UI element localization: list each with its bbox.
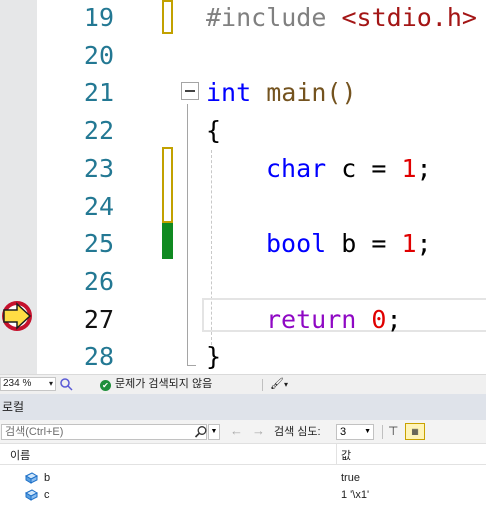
brush-icon: 🖌 <box>270 378 284 390</box>
editor-status-bar: 234 % ▾ ✔ 문제가 검색되지 않음 🖌▾ <box>0 374 486 394</box>
variable-icon <box>25 489 38 501</box>
line-number: 24 <box>83 191 114 221</box>
variable-name: c <box>44 489 50 501</box>
locals-window: 로컬 검색(Ctrl+E) ▼ ← → 검색 심도: 3 ▼ ⊤ ▦ 이름 값 … <box>0 394 486 507</box>
locals-window-title[interactable]: 로컬 <box>0 394 486 420</box>
hex-view-toggle-button[interactable]: ▦ <box>405 423 425 440</box>
column-header-value[interactable]: 값 <box>341 447 351 463</box>
search-input[interactable]: 검색(Ctrl+E) <box>1 424 207 440</box>
line-number: 22 <box>83 116 114 146</box>
code-line[interactable]: 19 #include <stdio.h> <box>0 0 486 37</box>
line-number: 23 <box>83 153 114 183</box>
code-line[interactable]: 23 char c = 1; <box>0 150 486 188</box>
issues-status-text: 문제가 검색되지 않음 <box>115 378 213 390</box>
line-number: 28 <box>83 342 114 372</box>
code-line[interactable]: 28 } <box>0 338 486 374</box>
arrow-right-icon: → <box>252 423 265 438</box>
search-options-dropdown[interactable]: ▼ <box>208 424 220 440</box>
variable-name: b <box>44 472 51 484</box>
code-text: bool b = 1; <box>266 229 432 259</box>
chevron-down-icon: ▾ <box>48 379 53 388</box>
line-number: 27 <box>83 304 114 334</box>
separator <box>262 379 263 391</box>
arrow-left-icon: ← <box>230 423 243 438</box>
code-text: #include <stdio.h> <box>206 3 477 32</box>
column-separator[interactable] <box>336 444 337 465</box>
code-line[interactable]: 26 <box>0 263 486 301</box>
code-line[interactable]: 22 { <box>0 112 486 150</box>
locals-row[interactable]: c 1 '\x1' <box>0 487 486 503</box>
variable-value[interactable]: 1 '\x1' <box>341 487 369 503</box>
code-text: return 0; <box>266 304 402 334</box>
code-text: { <box>206 116 222 146</box>
line-number: 26 <box>83 266 114 296</box>
code-line[interactable]: 24 <box>0 188 486 226</box>
line-number: 20 <box>83 40 114 70</box>
locals-header-row: 이름 값 <box>0 444 486 465</box>
variable-icon <box>25 472 38 484</box>
search-next-button[interactable]: → <box>252 423 265 438</box>
view-mode-icon: ▦ <box>411 427 419 436</box>
code-line[interactable]: 20 <box>0 37 486 75</box>
line-number: 19 <box>83 3 114 32</box>
search-depth-label: 검색 심도: <box>274 426 321 438</box>
code-line[interactable]: 21 int main() <box>0 74 486 112</box>
code-editor[interactable]: 19 #include <stdio.h> 20 21 int main() 2… <box>0 0 486 374</box>
code-cleanup-button[interactable]: 🖌▾ <box>270 377 288 392</box>
search-depth-select[interactable]: 3 ▼ <box>336 424 374 440</box>
issues-status[interactable]: ✔ 문제가 검색되지 않음 <box>100 377 212 391</box>
variable-value[interactable]: true <box>341 470 360 486</box>
line-number: 25 <box>83 229 114 259</box>
zoom-level-value: 234 % <box>3 378 32 389</box>
search-depth-value: 3 <box>340 426 347 438</box>
code-text: char c = 1; <box>266 153 432 183</box>
separator <box>382 425 383 439</box>
search-icon[interactable] <box>194 425 208 439</box>
chevron-down-icon: ▼ <box>210 428 218 435</box>
locals-row[interactable]: b true <box>0 470 486 486</box>
code-line-current[interactable]: 27 return 0; <box>0 301 486 339</box>
column-header-name[interactable]: 이름 <box>10 447 30 463</box>
checkmark-icon: ✔ <box>100 380 111 391</box>
line-number: 21 <box>83 78 114 108</box>
pin-icon[interactable]: ⊤ <box>388 424 398 438</box>
code-line[interactable]: 25 bool b = 1; <box>0 225 486 263</box>
chevron-down-icon: ▼ <box>364 428 371 435</box>
zoom-level-dropdown[interactable]: 234 % ▾ <box>0 377 56 391</box>
health-indicator-icon[interactable] <box>59 377 73 391</box>
code-text: } <box>206 342 222 372</box>
code-text: int main() <box>206 78 357 108</box>
chevron-down-icon: ▾ <box>283 380 288 389</box>
locals-toolbar: 검색(Ctrl+E) ▼ ← → 검색 심도: 3 ▼ ⊤ ▦ <box>0 420 486 444</box>
search-previous-button[interactable]: ← <box>230 423 243 438</box>
